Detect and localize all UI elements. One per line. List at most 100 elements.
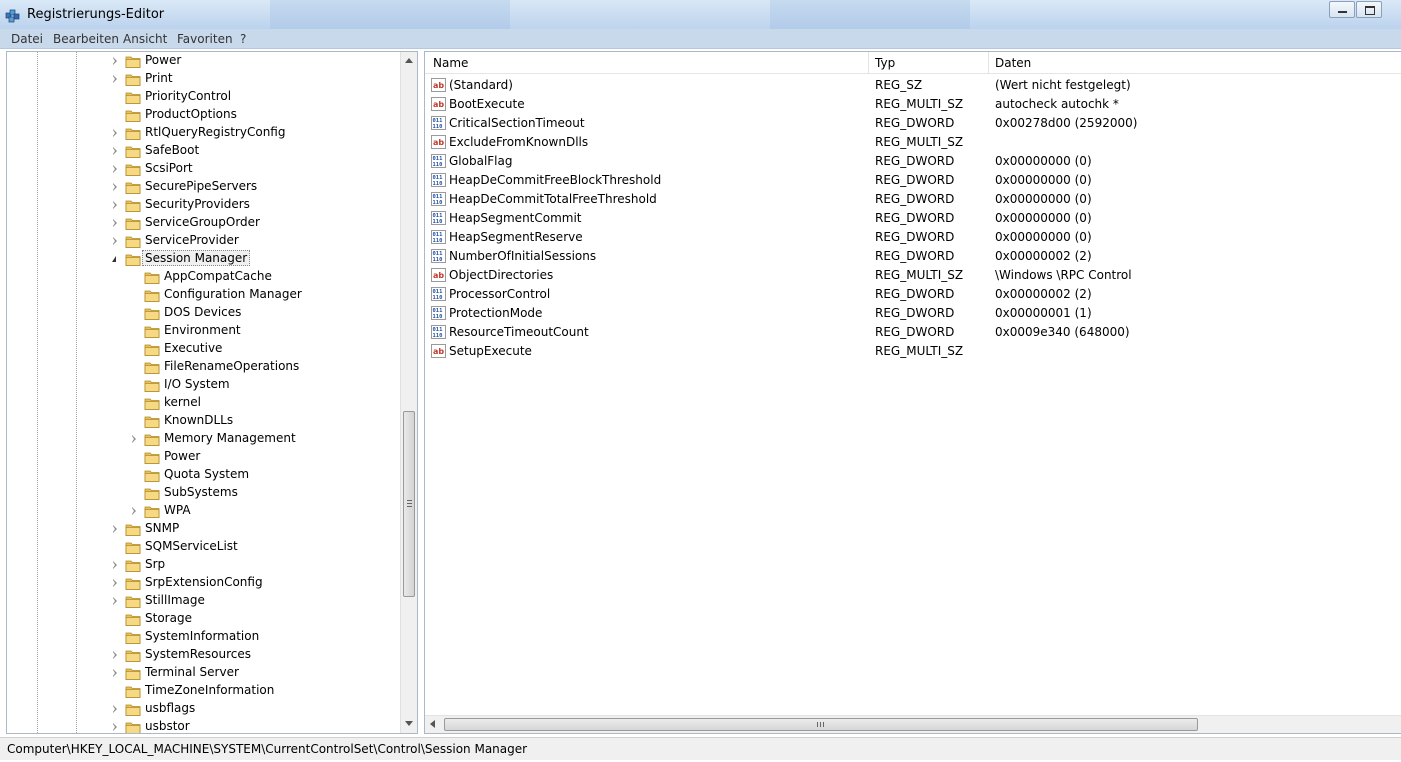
expand-triangle-icon[interactable] bbox=[113, 165, 117, 173]
scroll-left-icon[interactable] bbox=[430, 720, 435, 728]
tree-item[interactable]: Power bbox=[7, 448, 402, 466]
expand-triangle-icon[interactable] bbox=[113, 183, 117, 191]
tree-item[interactable]: FileRenameOperations bbox=[7, 358, 402, 376]
tree-item[interactable]: Session Manager bbox=[7, 250, 402, 268]
tree-item[interactable]: SystemResources bbox=[7, 646, 402, 664]
tree-item[interactable]: SecurePipeServers bbox=[7, 178, 402, 196]
tree-item[interactable]: SystemInformation bbox=[7, 628, 402, 646]
expand-triangle-icon[interactable] bbox=[113, 525, 117, 533]
list-item[interactable]: 011 110 GlobalFlag REG_DWORD 0x00000000 (0) bbox=[425, 152, 1401, 171]
expand-triangle-icon[interactable] bbox=[113, 237, 117, 245]
tree-vertical-scrollbar[interactable] bbox=[400, 52, 417, 733]
value-type: REG_DWORD bbox=[875, 287, 955, 301]
column-header-type[interactable]: Typ bbox=[875, 56, 895, 70]
column-header-data[interactable]: Daten bbox=[995, 56, 1031, 70]
expand-triangle-icon[interactable] bbox=[113, 597, 117, 605]
list-item[interactable]: 011 110 NumberOfInitialSessions REG_DWORD 0x… bbox=[425, 247, 1401, 266]
tree-item[interactable]: TimeZoneInformation bbox=[7, 682, 402, 700]
tree-item[interactable]: ServiceGroupOrder bbox=[7, 214, 402, 232]
expand-triangle-icon[interactable] bbox=[132, 435, 136, 443]
folder-icon bbox=[125, 576, 141, 590]
menu-ansicht[interactable]: Ansicht bbox=[123, 32, 167, 46]
tree-item[interactable]: StillImage bbox=[7, 592, 402, 610]
list-horizontal-scrollbar[interactable] bbox=[425, 715, 1401, 733]
values-list-pane[interactable]: Name Typ Daten ab (Standard) REG_SZ (Wert n… bbox=[424, 51, 1401, 734]
list-item[interactable]: 011 110 ResourceTimeoutCount REG_DWORD 0x000… bbox=[425, 323, 1401, 342]
tree-item[interactable]: Environment bbox=[7, 322, 402, 340]
tree-item[interactable]: PriorityControl bbox=[7, 88, 402, 106]
list-item[interactable]: 011 110 HeapSegmentReserve REG_DWORD 0x00000… bbox=[425, 228, 1401, 247]
list-item[interactable]: ab SetupExecute REG_MULTI_SZ bbox=[425, 342, 1401, 361]
expand-triangle-icon[interactable] bbox=[113, 579, 117, 587]
list-item[interactable]: 011 110 CriticalSectionTimeout REG_DWORD 0x0… bbox=[425, 114, 1401, 133]
list-item[interactable]: ab (Standard) REG_SZ (Wert nicht festgelegt… bbox=[425, 76, 1401, 95]
column-divider[interactable] bbox=[868, 52, 869, 73]
list-item[interactable]: 011 110 HeapDeCommitTotalFreeThreshold REG_… bbox=[425, 190, 1401, 209]
menu-bearbeiten[interactable]: Bearbeiten bbox=[53, 32, 119, 46]
tree-item[interactable]: Print bbox=[7, 70, 402, 88]
restore-button[interactable] bbox=[1356, 1, 1382, 18]
value-type: REG_DWORD bbox=[875, 249, 955, 263]
expand-triangle-icon[interactable] bbox=[113, 57, 117, 65]
expand-triangle-icon[interactable] bbox=[113, 129, 117, 137]
tree-item[interactable]: Power bbox=[7, 52, 402, 70]
expand-triangle-icon[interactable] bbox=[113, 147, 117, 155]
tree-item-label: Memory Management bbox=[164, 431, 296, 445]
menu-datei[interactable]: Datei bbox=[11, 32, 43, 46]
list-item[interactable]: 011 110 HeapSegmentCommit REG_DWORD 0x000000… bbox=[425, 209, 1401, 228]
list-item[interactable]: 011 110 ProtectionMode REG_DWORD 0x00000001 … bbox=[425, 304, 1401, 323]
key-tree-pane[interactable]: Power Print PriorityControl ProductOptions R… bbox=[6, 51, 418, 734]
expand-triangle-icon[interactable] bbox=[132, 507, 136, 515]
tree-item[interactable]: DOS Devices bbox=[7, 304, 402, 322]
list-item[interactable]: 011 110 ProcessorControl REG_DWORD 0x0000000… bbox=[425, 285, 1401, 304]
expand-triangle-icon[interactable] bbox=[113, 669, 117, 677]
collapse-triangle-icon[interactable] bbox=[112, 256, 116, 262]
tree-item[interactable]: Srp bbox=[7, 556, 402, 574]
tree-item[interactable]: SubSystems bbox=[7, 484, 402, 502]
tree-item[interactable]: ProductOptions bbox=[7, 106, 402, 124]
list-item[interactable]: ab BootExecute REG_MULTI_SZ autocheck autoc… bbox=[425, 95, 1401, 114]
tree-item[interactable]: Storage bbox=[7, 610, 402, 628]
menu-favoriten[interactable]: Favoriten bbox=[177, 32, 233, 46]
menu-help[interactable]: ? bbox=[240, 32, 246, 46]
tree-item[interactable]: Executive bbox=[7, 340, 402, 358]
tree-item[interactable]: RtlQueryRegistryConfig bbox=[7, 124, 402, 142]
tree-item[interactable]: I/O System bbox=[7, 376, 402, 394]
expand-triangle-icon[interactable] bbox=[113, 201, 117, 209]
list-item[interactable]: ab ExcludeFromKnownDlls REG_MULTI_SZ bbox=[425, 133, 1401, 152]
scroll-up-icon[interactable] bbox=[405, 58, 413, 63]
minimize-button[interactable] bbox=[1329, 1, 1355, 18]
tree-item[interactable]: KnownDLLs bbox=[7, 412, 402, 430]
column-header-name[interactable]: Name bbox=[433, 56, 468, 70]
tree-item[interactable]: Terminal Server bbox=[7, 664, 402, 682]
list-item[interactable]: ab ObjectDirectories REG_MULTI_SZ \Windows … bbox=[425, 266, 1401, 285]
tree-item[interactable]: Memory Management bbox=[7, 430, 402, 448]
list-item[interactable]: 011 110 HeapDeCommitFreeBlockThreshold REG_… bbox=[425, 171, 1401, 190]
tree-item[interactable]: SrpExtensionConfig bbox=[7, 574, 402, 592]
tree-item[interactable]: kernel bbox=[7, 394, 402, 412]
expand-triangle-icon[interactable] bbox=[113, 723, 117, 731]
tree-item[interactable]: usbstor bbox=[7, 718, 402, 733]
expand-triangle-icon[interactable] bbox=[113, 561, 117, 569]
tree-item[interactable]: WPA bbox=[7, 502, 402, 520]
tree-item[interactable]: ScsiPort bbox=[7, 160, 402, 178]
tree-item[interactable]: AppCompatCache bbox=[7, 268, 402, 286]
column-divider[interactable] bbox=[988, 52, 989, 73]
list-scroll-thumb[interactable] bbox=[444, 718, 1198, 731]
scroll-down-icon[interactable] bbox=[405, 721, 413, 726]
tree-item[interactable]: SQMServiceList bbox=[7, 538, 402, 556]
tree-item[interactable]: usbflags bbox=[7, 700, 402, 718]
tree-item[interactable]: SNMP bbox=[7, 520, 402, 538]
title-bar: Registrierungs-Editor bbox=[0, 0, 1401, 29]
tree-scroll-thumb[interactable] bbox=[403, 411, 415, 597]
expand-triangle-icon[interactable] bbox=[113, 219, 117, 227]
tree-item[interactable]: SecurityProviders bbox=[7, 196, 402, 214]
value-data: \Windows \RPC Control bbox=[995, 268, 1132, 282]
tree-item[interactable]: SafeBoot bbox=[7, 142, 402, 160]
tree-item[interactable]: Configuration Manager bbox=[7, 286, 402, 304]
expand-triangle-icon[interactable] bbox=[113, 705, 117, 713]
tree-item[interactable]: ServiceProvider bbox=[7, 232, 402, 250]
tree-item[interactable]: Quota System bbox=[7, 466, 402, 484]
expand-triangle-icon[interactable] bbox=[113, 651, 117, 659]
expand-triangle-icon[interactable] bbox=[113, 75, 117, 83]
